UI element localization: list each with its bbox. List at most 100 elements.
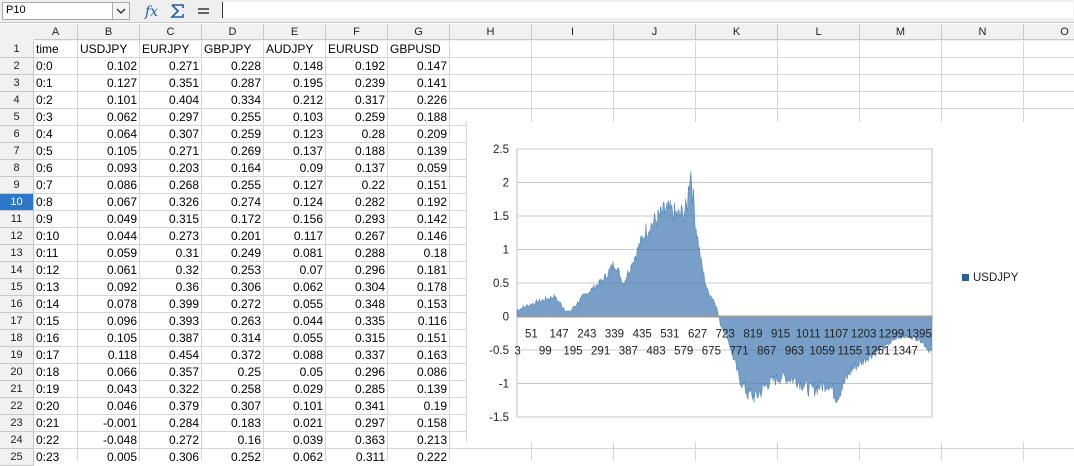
- cell-d6[interactable]: 0.259: [202, 126, 264, 143]
- row-header-22[interactable]: 22: [0, 398, 34, 415]
- cell-g23[interactable]: 0.158: [388, 415, 450, 432]
- cell-e8[interactable]: 0.09: [264, 160, 326, 177]
- cell-e24[interactable]: 0.039: [264, 432, 326, 449]
- column-header-l[interactable]: L: [778, 24, 860, 40]
- cell-g25[interactable]: 0.222: [388, 449, 450, 461]
- cell-d17[interactable]: 0.263: [202, 313, 264, 330]
- column-header-m[interactable]: M: [860, 24, 942, 40]
- cell-e6[interactable]: 0.123: [264, 126, 326, 143]
- cell-g3[interactable]: 0.141: [388, 75, 450, 92]
- cell-g8[interactable]: 0.059: [388, 160, 450, 177]
- cell-f22[interactable]: 0.341: [326, 398, 388, 415]
- cell-c22[interactable]: 0.379: [140, 398, 202, 415]
- cell-b16[interactable]: 0.078: [78, 296, 140, 313]
- cell-c25[interactable]: 0.306: [140, 449, 202, 461]
- cell-f21[interactable]: 0.285: [326, 381, 388, 398]
- cell-e1[interactable]: AUDJPY: [264, 41, 326, 58]
- cell-f24[interactable]: 0.363: [326, 432, 388, 449]
- cell-f4[interactable]: 0.317: [326, 92, 388, 109]
- cell-a10[interactable]: 0:8: [34, 194, 78, 211]
- cell-a1[interactable]: time: [34, 41, 78, 58]
- cell-c15[interactable]: 0.36: [140, 279, 202, 296]
- cell-k25[interactable]: [696, 449, 778, 461]
- cell-b8[interactable]: 0.093: [78, 160, 140, 177]
- cell-g24[interactable]: 0.213: [388, 432, 450, 449]
- cell-d8[interactable]: 0.164: [202, 160, 264, 177]
- cell-a7[interactable]: 0:5: [34, 143, 78, 160]
- cell-k2[interactable]: [696, 58, 778, 75]
- cell-a3[interactable]: 0:1: [34, 75, 78, 92]
- cell-b7[interactable]: 0.105: [78, 143, 140, 160]
- row-header-17[interactable]: 17: [0, 313, 34, 330]
- cell-f3[interactable]: 0.239: [326, 75, 388, 92]
- row-header-23[interactable]: 23: [0, 415, 34, 432]
- cell-n2[interactable]: [942, 58, 1024, 75]
- cell-f12[interactable]: 0.267: [326, 228, 388, 245]
- cell-b2[interactable]: 0.102: [78, 58, 140, 75]
- cell-a16[interactable]: 0:14: [34, 296, 78, 313]
- cell-l25[interactable]: [778, 449, 860, 461]
- cell-g2[interactable]: 0.147: [388, 58, 450, 75]
- cell-b20[interactable]: 0.066: [78, 364, 140, 381]
- cell-d3[interactable]: 0.287: [202, 75, 264, 92]
- cell-f16[interactable]: 0.348: [326, 296, 388, 313]
- column-header-i[interactable]: I: [532, 24, 614, 40]
- cell-o3[interactable]: [1024, 75, 1074, 92]
- column-header-e[interactable]: E: [264, 24, 326, 40]
- row-header-21[interactable]: 21: [0, 381, 34, 398]
- cell-a15[interactable]: 0:13: [34, 279, 78, 296]
- cell-d9[interactable]: 0.255: [202, 177, 264, 194]
- cell-h4[interactable]: [450, 92, 532, 109]
- column-header-o[interactable]: O: [1024, 24, 1074, 40]
- cell-c20[interactable]: 0.357: [140, 364, 202, 381]
- cell-c21[interactable]: 0.322: [140, 381, 202, 398]
- cell-d10[interactable]: 0.274: [202, 194, 264, 211]
- cell-j25[interactable]: [614, 449, 696, 461]
- cell-b15[interactable]: 0.092: [78, 279, 140, 296]
- row-header-15[interactable]: 15: [0, 279, 34, 296]
- cell-d2[interactable]: 0.228: [202, 58, 264, 75]
- cell-d15[interactable]: 0.306: [202, 279, 264, 296]
- cell-e12[interactable]: 0.117: [264, 228, 326, 245]
- cell-e13[interactable]: 0.081: [264, 245, 326, 262]
- cell-c14[interactable]: 0.32: [140, 262, 202, 279]
- cell-j2[interactable]: [614, 58, 696, 75]
- cell-d25[interactable]: 0.252: [202, 449, 264, 461]
- row-header-11[interactable]: 11: [0, 211, 34, 228]
- cell-f23[interactable]: 0.297: [326, 415, 388, 432]
- column-header-d[interactable]: D: [202, 24, 264, 40]
- column-header-a[interactable]: A: [34, 24, 78, 40]
- cell-m3[interactable]: [860, 75, 942, 92]
- cell-d13[interactable]: 0.249: [202, 245, 264, 262]
- cell-c6[interactable]: 0.307: [140, 126, 202, 143]
- cell-b12[interactable]: 0.044: [78, 228, 140, 245]
- cell-i1[interactable]: [532, 41, 614, 58]
- cell-n3[interactable]: [942, 75, 1024, 92]
- cell-c10[interactable]: 0.326: [140, 194, 202, 211]
- cell-n25[interactable]: [942, 449, 1024, 461]
- cell-j3[interactable]: [614, 75, 696, 92]
- column-header-n[interactable]: N: [942, 24, 1024, 40]
- cell-f25[interactable]: 0.311: [326, 449, 388, 461]
- row-header-13[interactable]: 13: [0, 245, 34, 262]
- cell-b6[interactable]: 0.064: [78, 126, 140, 143]
- column-header-k[interactable]: K: [696, 24, 778, 40]
- cell-b24[interactable]: -0.048: [78, 432, 140, 449]
- cell-g11[interactable]: 0.142: [388, 211, 450, 228]
- cell-d23[interactable]: 0.183: [202, 415, 264, 432]
- sum-icon[interactable]: [168, 2, 188, 20]
- cell-k1[interactable]: [696, 41, 778, 58]
- column-header-f[interactable]: F: [326, 24, 388, 40]
- cell-f14[interactable]: 0.296: [326, 262, 388, 279]
- row-header-12[interactable]: 12: [0, 228, 34, 245]
- cell-d11[interactable]: 0.172: [202, 211, 264, 228]
- row-header-5[interactable]: 5: [0, 109, 34, 126]
- cell-l2[interactable]: [778, 58, 860, 75]
- cell-b25[interactable]: 0.005: [78, 449, 140, 461]
- cell-l4[interactable]: [778, 92, 860, 109]
- cell-d4[interactable]: 0.334: [202, 92, 264, 109]
- cell-c2[interactable]: 0.271: [140, 58, 202, 75]
- cell-d19[interactable]: 0.372: [202, 347, 264, 364]
- cell-f15[interactable]: 0.304: [326, 279, 388, 296]
- cell-g13[interactable]: 0.18: [388, 245, 450, 262]
